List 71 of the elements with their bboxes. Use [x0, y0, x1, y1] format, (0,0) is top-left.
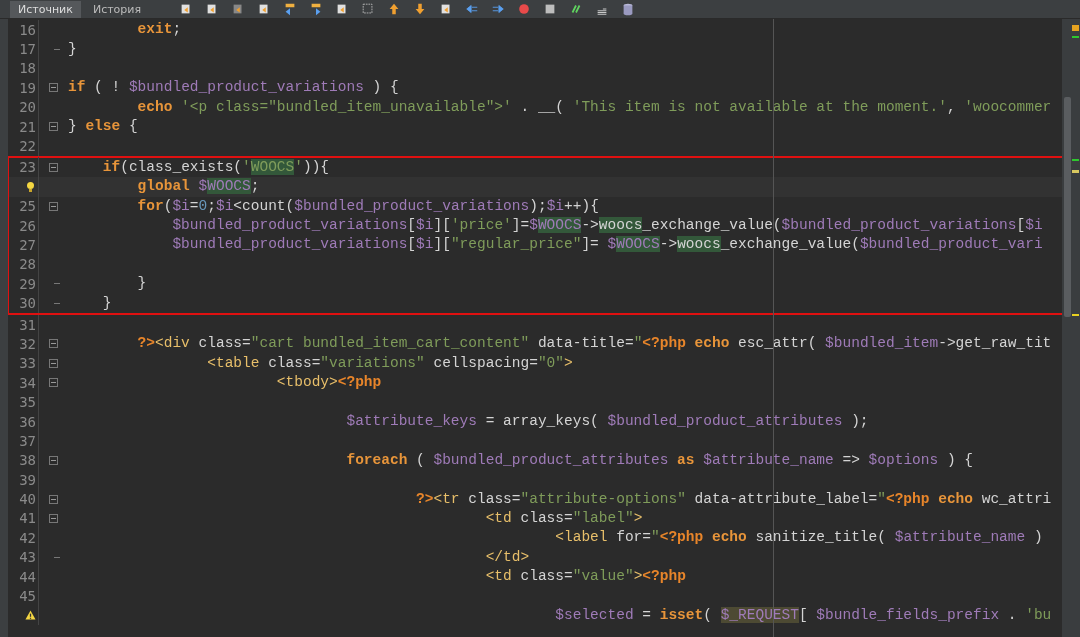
line-number: 39 — [19, 471, 36, 488]
code-line: <td class="label"> — [484, 508, 643, 528]
line-number: 30 — [19, 295, 36, 312]
line-number: 41 — [19, 510, 36, 527]
code-line: <tbody><?php — [275, 373, 382, 393]
line-number: 16 — [19, 21, 36, 38]
record-icon[interactable] — [517, 2, 532, 16]
line-number: 45 — [19, 588, 36, 605]
fold-toggle[interactable] — [49, 378, 58, 388]
view-tab[interactable]: Источник — [10, 0, 81, 18]
fold-toggle[interactable] — [49, 513, 58, 523]
line-number: 40 — [19, 491, 36, 508]
view-tab[interactable]: История — [84, 0, 150, 18]
line-number: 33 — [19, 355, 36, 372]
line-number: 21 — [19, 118, 36, 135]
line-number: 18 — [19, 60, 36, 77]
select-icon[interactable] — [361, 2, 376, 16]
code-line: foreach ( $bundled_product_attributes as $attribute_name => $options ) { — [345, 450, 973, 470]
fold-toggle[interactable] — [49, 358, 58, 368]
line-number: 23 — [19, 159, 36, 176]
fold-toggle[interactable] — [49, 339, 58, 349]
line-number: 28 — [19, 256, 36, 273]
fold-toggle[interactable] — [49, 83, 58, 93]
line-number: 34 — [19, 374, 36, 391]
code-line: if(class_exists('WOOCS')){ — [101, 157, 330, 177]
fold-toggle[interactable] — [49, 122, 58, 132]
code-line: <label for="<?php echo sanitize_title( $attribute_name ) — [554, 528, 1043, 548]
code-line: for($i=0;$i<count($bundled_product_variations);$i++){ — [136, 196, 599, 216]
line-number: 36 — [19, 413, 36, 430]
fold-toggle[interactable] — [49, 201, 58, 211]
code-line: } else { — [68, 117, 138, 137]
line-number: 22 — [19, 138, 36, 155]
line-number: 26 — [19, 217, 36, 234]
code-line: $bundled_product_variations[$i]["regular_price"]= $WOOCS->woocs_exchange_value($bundled_product_vari — [171, 235, 1043, 255]
line-number: 27 — [19, 237, 36, 253]
code-line: </td> — [484, 547, 530, 567]
fold-toggle[interactable] — [49, 162, 58, 172]
line-number: 37 — [19, 432, 36, 449]
right-icon[interactable] — [491, 2, 506, 16]
line-number: 19 — [19, 79, 36, 96]
scrollbar-thumb[interactable] — [1064, 97, 1071, 317]
lightbulb-icon[interactable] — [25, 180, 36, 193]
code-line: global $WOOCS; — [136, 177, 260, 197]
line-number: 38 — [19, 452, 36, 469]
line-number: 32 — [19, 335, 36, 352]
line-number: 35 — [19, 394, 36, 411]
fold-toggle[interactable] — [49, 455, 58, 465]
line-number: 44 — [19, 568, 36, 585]
code-line: exit; — [136, 20, 182, 40]
code-line: } — [136, 274, 147, 294]
line-number: 29 — [19, 275, 36, 292]
code-line: $attribute_keys = array_keys( $bundled_product_attributes ); — [345, 412, 869, 431]
code-line: } — [68, 39, 77, 59]
code-line: ?><div class="cart bundled_item_cart_content" data-title="<?php echo esc_attr( $bundled_item->get_raw_tit — [136, 334, 1052, 354]
code-line: ?><tr class="attribute-options" data-attribute_label="<?php echo wc_attri — [415, 489, 1052, 509]
line-number: 20 — [19, 99, 36, 116]
left-icon[interactable] — [465, 2, 480, 16]
line-number: 31 — [19, 316, 36, 333]
code-line: <td class="value"><?php — [484, 567, 686, 587]
code-line: $bundled_product_variations[$i]['price']=$WOOCS->woocs_exchange_value($bundled_product_variations[$i — [171, 216, 1043, 236]
code-line: <table class="variations" cellspacing="0"> — [206, 353, 573, 373]
line-number: 42 — [19, 529, 36, 546]
line-number: 17 — [19, 41, 36, 58]
line-number: 43 — [19, 549, 36, 566]
code-line: echo '<p class="bundled_item_unavailable">' . __( 'This item is not available at the moment.', 'woocommer — [136, 97, 1052, 117]
line-number: 25 — [19, 198, 36, 215]
code-line: if ( ! $bundled_product_variations ) { — [68, 78, 399, 98]
code-line: $selected = isset( $_REQUEST[ $bundle_fields_prefix . 'bu — [554, 605, 1052, 625]
fold-toggle[interactable] — [49, 494, 58, 504]
warning-icon[interactable] — [25, 609, 36, 622]
code-line: } — [101, 293, 112, 313]
